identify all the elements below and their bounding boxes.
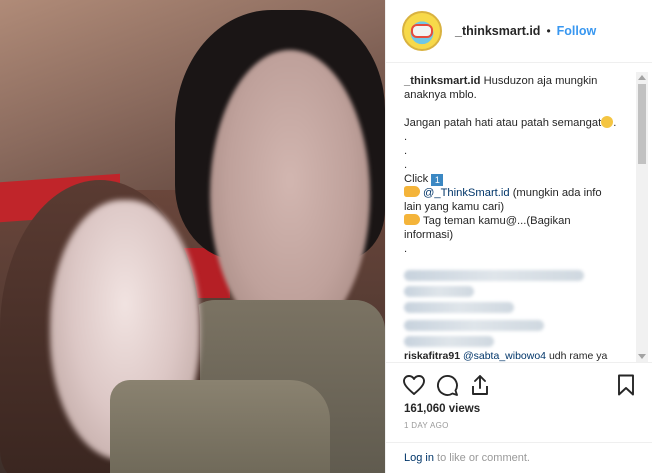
pointing-hand-icon-2	[404, 214, 420, 225]
comment-text: udh rame ya	[548, 350, 608, 362]
mention-rest: (mungkin ada info	[509, 187, 602, 199]
mention-link[interactable]: @_ThinkSmart.id	[423, 187, 510, 199]
caption-username[interactable]: _thinksmart.id	[404, 75, 480, 87]
caption-dot-3: .	[404, 159, 408, 171]
tag-line-1: Tag teman kamu@...(Bagikan	[423, 215, 571, 227]
view-count: 161,060 views	[404, 403, 481, 415]
blurred-comment-1	[404, 270, 584, 281]
login-rest: to like or comment.	[433, 452, 530, 464]
partial-comment: riskafitra91 @sabta_wibowo4 udh rame ya	[404, 350, 607, 362]
caption-dot-1: .	[404, 131, 408, 143]
woman-uniform	[110, 380, 330, 473]
avatar-logo	[411, 24, 433, 38]
comments-scrollbar[interactable]	[636, 72, 648, 362]
post-timestamp: 1 DAY AGO	[404, 421, 449, 430]
post-side-panel: _thinksmart.id • Follow _thinksmart.id H…	[385, 0, 652, 473]
heart-icon[interactable]	[402, 373, 426, 397]
post-header: _thinksmart.id • Follow	[386, 0, 652, 63]
post-actions: 161,060 views 1 DAY AGO Log in to like o…	[386, 362, 652, 473]
caption-text-2: anaknya mblo.	[404, 89, 477, 101]
scroll-up-arrow-icon[interactable]	[638, 75, 646, 80]
smile-emoji-icon	[601, 116, 614, 128]
action-icons	[402, 373, 638, 397]
login-link[interactable]: Log in	[404, 452, 434, 464]
comment-username[interactable]: riskafitra91	[404, 350, 460, 362]
tag-line-2: informasi)	[404, 229, 454, 241]
pointing-hand-icon	[404, 186, 420, 197]
blurred-comment-5	[404, 336, 494, 347]
comment-icon[interactable]	[435, 373, 459, 397]
keycap-one-icon: 1	[431, 174, 444, 186]
blurred-face	[210, 50, 370, 340]
bookmark-icon[interactable]	[614, 373, 638, 397]
follow-button[interactable]: Follow	[557, 24, 597, 38]
mention-rest-2: lain yang kamu cari)	[404, 201, 505, 213]
blurred-comment-2	[404, 286, 474, 297]
caption-dot-4: .	[404, 243, 408, 255]
blurred-comment-3	[404, 302, 514, 313]
comments-section[interactable]: _thinksmart.id Husduzon aja mungkin anak…	[386, 64, 652, 362]
avatar[interactable]	[402, 11, 442, 51]
click-label: Click	[404, 173, 432, 185]
share-icon[interactable]	[468, 373, 492, 397]
post-media[interactable]	[0, 0, 385, 473]
login-prompt: Log in to like or comment.	[386, 442, 652, 473]
separator-dot: •	[546, 24, 551, 38]
caption-text-3: Jangan patah hati atau patah semangat	[404, 117, 602, 129]
comment-mention[interactable]: @sabta_wibowo4	[463, 350, 546, 362]
scroll-thumb[interactable]	[638, 84, 646, 164]
caption-dot-2: .	[404, 145, 408, 157]
username-link[interactable]: _thinksmart.id	[455, 24, 540, 38]
caption: _thinksmart.id Husduzon aja mungkin anak…	[404, 74, 632, 256]
caption-dot: .	[613, 117, 617, 129]
scroll-down-arrow-icon[interactable]	[638, 354, 646, 359]
blurred-comment-4	[404, 320, 544, 331]
caption-text-1: Husduzon aja mungkin	[480, 75, 598, 87]
